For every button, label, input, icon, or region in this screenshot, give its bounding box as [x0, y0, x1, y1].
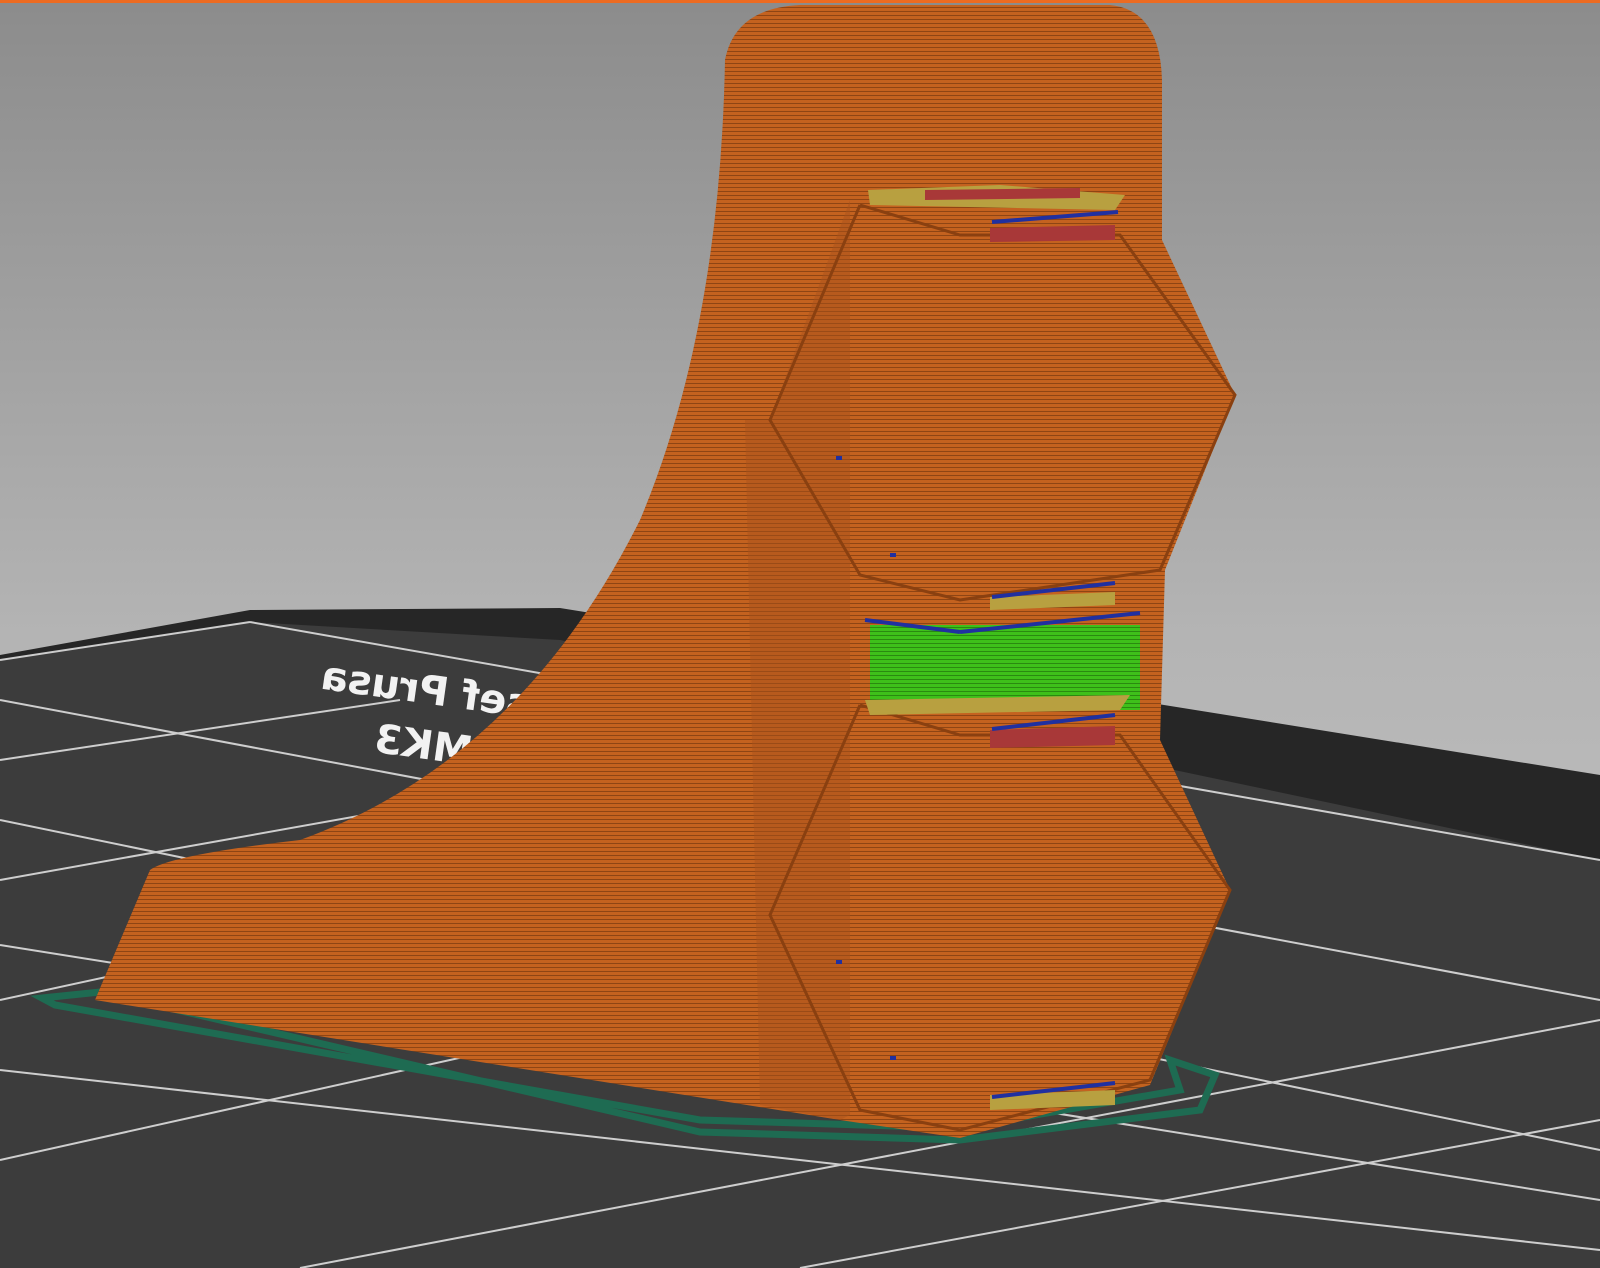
scene: sef Prusa A i3 MK3 — [0, 3, 1600, 1268]
3d-preview-viewport[interactable]: sef Prusa A i3 MK3 — [0, 0, 1600, 1268]
